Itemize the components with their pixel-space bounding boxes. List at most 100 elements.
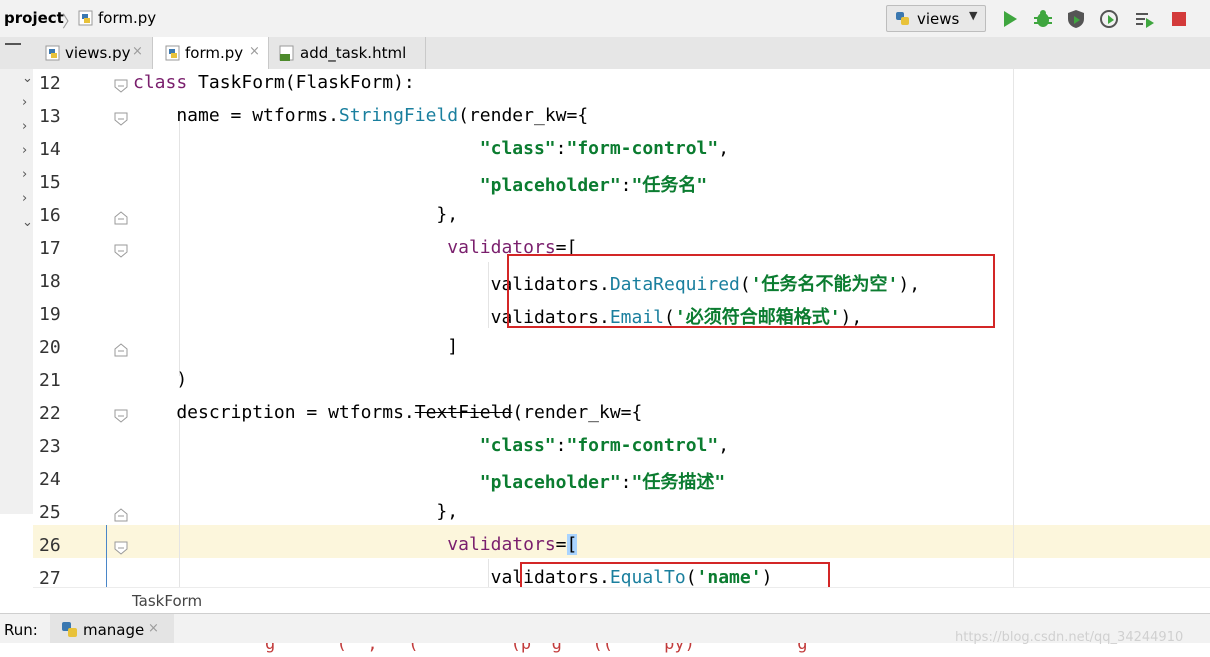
- code-token: :: [620, 472, 632, 493]
- python-file-icon: [45, 45, 60, 61]
- run-configuration-label: views: [917, 10, 960, 28]
- chevron-down-icon[interactable]: ⌄: [22, 215, 33, 230]
- stop-icon[interactable]: [1168, 8, 1190, 30]
- fold-marker-icon[interactable]: [114, 112, 128, 126]
- coverage-icon[interactable]: [1065, 8, 1087, 30]
- code-token: "任务描述": [631, 472, 726, 493]
- code-token: },: [133, 204, 459, 225]
- line-number: 22: [39, 403, 61, 424]
- run-tab-manage[interactable]: manage ×: [50, 614, 174, 644]
- profile-icon[interactable]: [1098, 8, 1120, 30]
- fold-marker-icon[interactable]: [114, 541, 128, 555]
- console-text: g ( , ( (p g (( py) g: [265, 643, 808, 654]
- run-tab-label: manage: [83, 621, 145, 639]
- line-number: 21: [39, 370, 61, 391]
- line-number: 27: [39, 568, 61, 587]
- line-number: 25: [39, 502, 61, 523]
- editor-tab-bar: views.py × form.py × add_task.html: [0, 37, 1210, 70]
- run-with-concurrency-icon[interactable]: [1133, 8, 1155, 30]
- run-console-output: g ( , ( (p g (( py) g: [0, 643, 1210, 657]
- code-line[interactable]: },: [133, 501, 458, 522]
- chevron-right-icon[interactable]: ›: [22, 143, 27, 158]
- fold-marker-icon[interactable]: [114, 508, 128, 522]
- tab-label: form.py: [185, 44, 244, 62]
- code-line[interactable]: ): [133, 369, 187, 390]
- python-icon: [62, 622, 77, 637]
- line-number: 17: [39, 238, 61, 259]
- code-line[interactable]: "placeholder":"任务描述": [133, 468, 725, 494]
- line-number: 15: [39, 172, 61, 193]
- code-token: [: [566, 534, 578, 555]
- tab-label: views.py: [65, 44, 131, 62]
- debug-icon[interactable]: [1032, 8, 1054, 30]
- code-token: =: [555, 534, 567, 555]
- line-number: 19: [39, 304, 61, 325]
- code-token: (render_kw={: [512, 402, 643, 423]
- code-token: "任务名": [631, 175, 708, 196]
- chevron-right-icon[interactable]: ›: [22, 191, 27, 206]
- line-number: 26: [39, 535, 61, 556]
- line-number: 13: [39, 106, 61, 127]
- code-line[interactable]: description = wtforms.TextField(render_k…: [133, 402, 642, 423]
- code-line[interactable]: class TaskForm(FlaskForm):: [133, 72, 415, 93]
- code-token: ]: [133, 336, 459, 357]
- code-line[interactable]: ]: [133, 336, 458, 357]
- code-line[interactable]: validators=[: [133, 534, 578, 555]
- chevron-down-icon[interactable]: ⌄: [22, 71, 33, 86]
- code-line[interactable]: "class":"form-control",: [133, 138, 729, 159]
- chevron-right-icon[interactable]: ›: [22, 95, 27, 110]
- code-line[interactable]: "placeholder":"任务名": [133, 171, 707, 197]
- chevron-down-icon: ▼: [969, 9, 978, 22]
- chevron-right-icon[interactable]: ›: [22, 119, 27, 134]
- code-line[interactable]: name = wtforms.StringField(render_kw={: [133, 105, 588, 126]
- fold-marker-icon[interactable]: [114, 244, 128, 258]
- breadcrumb-separator: 〉: [62, 12, 79, 31]
- line-number: 18: [39, 271, 61, 292]
- line-number: 24: [39, 469, 61, 490]
- line-number: 14: [39, 139, 61, 160]
- code-token: ): [133, 369, 188, 390]
- fold-marker-icon[interactable]: [114, 211, 128, 225]
- run-configuration-dropdown[interactable]: views ▼: [886, 5, 986, 32]
- close-icon[interactable]: ×: [148, 621, 159, 636]
- code-token: "placeholder": [479, 175, 621, 196]
- run-label: Run:: [4, 621, 38, 639]
- code-line[interactable]: },: [133, 204, 458, 225]
- tab-label: add_task.html: [300, 44, 407, 62]
- fold-marker-icon[interactable]: [114, 343, 128, 357]
- chevron-right-icon[interactable]: ›: [22, 167, 27, 182]
- breadcrumb-project[interactable]: project: [4, 9, 64, 27]
- code-token: class: [133, 72, 199, 93]
- line-number: 12: [39, 73, 61, 94]
- navigation-bar: project 〉 form.py views ▼: [0, 0, 1210, 38]
- code-editor[interactable]: 12 class TaskForm(FlaskForm): 13 name = wt…: [33, 69, 1210, 587]
- code-breadcrumb-class[interactable]: TaskForm: [132, 592, 202, 610]
- watermark: https://blog.csdn.net/qq_34244910: [955, 630, 1184, 645]
- code-token: :: [620, 175, 632, 196]
- breadcrumb-file[interactable]: form.py: [98, 9, 156, 27]
- close-icon[interactable]: ×: [249, 44, 260, 59]
- code-token: TaskForm(FlaskForm):: [198, 72, 415, 93]
- code-token: description = wtforms.: [133, 402, 415, 423]
- collapse-icon[interactable]: [5, 43, 21, 45]
- vcs-change-marker: [106, 525, 107, 587]
- tab-form-py[interactable]: form.py ×: [153, 37, 269, 70]
- code-token: ,: [718, 435, 730, 456]
- tab-views-py[interactable]: views.py ×: [33, 37, 153, 69]
- python-file-icon: [78, 10, 93, 26]
- tab-add-task-html[interactable]: add_task.html: [269, 37, 426, 69]
- code-line[interactable]: "class":"form-control",: [133, 435, 729, 456]
- fold-marker-icon[interactable]: [114, 79, 128, 93]
- python-file-icon: [165, 45, 180, 61]
- code-token: :: [555, 435, 567, 456]
- run-icon[interactable]: [999, 8, 1021, 30]
- code-token: ,: [718, 138, 730, 159]
- close-icon[interactable]: ×: [132, 44, 143, 59]
- code-token: :: [555, 138, 567, 159]
- fold-marker-icon[interactable]: [114, 409, 128, 423]
